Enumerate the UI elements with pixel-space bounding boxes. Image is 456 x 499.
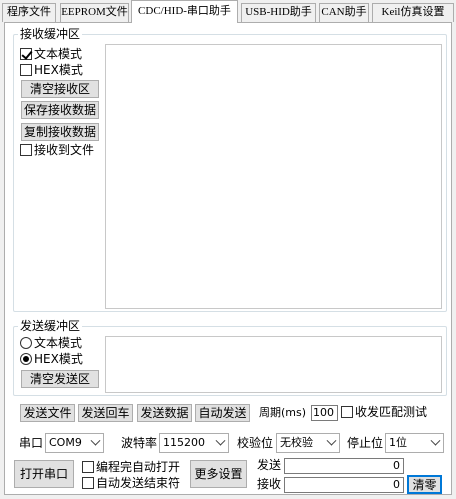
chevron-down-icon: [326, 435, 337, 446]
send-file-button[interactable]: 发送文件: [20, 404, 75, 422]
match-test-label: 收发匹配测试: [355, 405, 428, 419]
save-receive-button[interactable]: 保存接收数据: [21, 101, 99, 119]
checkbox-empty-icon: [341, 406, 353, 418]
stop-bits-value: 1位: [389, 436, 407, 449]
tab-cdc-hid-serial[interactable]: CDC/HID-串口助手: [131, 0, 238, 23]
open-port-button[interactable]: 打开串口: [14, 460, 74, 488]
parity-label: 校验位: [237, 436, 274, 450]
baud-value: 115200: [163, 436, 205, 449]
send-return-button[interactable]: 发送回车: [78, 404, 133, 422]
send-text-area[interactable]: [105, 336, 442, 393]
auto-open-checkbox[interactable]: 编程完自动打开: [82, 460, 180, 475]
port-select[interactable]: COM9: [45, 433, 104, 453]
tab-program-file[interactable]: 程序文件: [2, 3, 56, 22]
match-test-checkbox[interactable]: 收发匹配测试: [341, 405, 427, 420]
send-data-button[interactable]: 发送数据: [137, 404, 192, 422]
more-settings-button[interactable]: 更多设置: [190, 460, 247, 488]
clear-count-button[interactable]: 清零: [407, 475, 442, 494]
send-group-title: 发送缓冲区: [20, 319, 81, 333]
send-count-label: 发送: [257, 458, 282, 472]
receive-to-file-label: 接收到文件: [34, 143, 95, 157]
tab-can[interactable]: CAN助手: [319, 3, 369, 22]
stop-bits-select[interactable]: 1位: [385, 433, 444, 453]
receive-text-mode-checkbox[interactable]: 文本模式: [20, 47, 82, 62]
send-text-mode-radio[interactable]: 文本模式: [20, 336, 82, 351]
tab-keil-settings[interactable]: Keil仿真设置: [372, 3, 454, 22]
receive-hex-mode-label: HEX模式: [34, 63, 83, 77]
receive-text-area[interactable]: [105, 44, 442, 309]
copy-receive-button[interactable]: 复制接收数据: [21, 123, 99, 141]
clear-receive-button[interactable]: 清空接收区: [21, 80, 99, 98]
auto-send-button[interactable]: 自动发送: [195, 404, 250, 422]
receive-hex-mode-checkbox[interactable]: HEX模式: [20, 63, 83, 78]
auto-end-label: 自动发送结束符: [96, 476, 181, 490]
checkbox-empty-icon: [20, 64, 32, 76]
chevron-down-icon: [90, 435, 101, 446]
stop-bits-label: 停止位: [347, 436, 384, 450]
recv-count-label: 接收: [257, 477, 282, 491]
parity-select[interactable]: 无校验: [276, 433, 340, 453]
send-count-field: 0: [284, 458, 404, 474]
recv-count-field: 0: [284, 477, 404, 493]
clear-send-button[interactable]: 清空发送区: [21, 370, 99, 388]
send-hex-mode-radio[interactable]: HEX模式: [20, 352, 83, 367]
period-label: 周期(ms): [259, 406, 307, 419]
checkbox-empty-icon: [82, 461, 94, 473]
radio-selected-icon: [20, 353, 32, 365]
receive-to-file-checkbox[interactable]: 接收到文件: [20, 143, 94, 158]
send-text-mode-label: 文本模式: [34, 336, 83, 350]
receive-text-mode-label: 文本模式: [34, 47, 83, 61]
baud-label: 波特率: [121, 436, 158, 450]
port-label: 串口: [19, 436, 44, 450]
tab-usb-hid[interactable]: USB-HID助手: [241, 3, 316, 22]
checkbox-empty-icon: [82, 477, 94, 489]
chevron-down-icon: [215, 435, 226, 446]
radio-empty-icon: [20, 337, 32, 349]
receive-group-title: 接收缓冲区: [20, 27, 81, 41]
auto-end-checkbox[interactable]: 自动发送结束符: [82, 476, 180, 491]
send-hex-mode-label: HEX模式: [34, 352, 83, 366]
port-value: COM9: [49, 436, 82, 449]
tab-bar: 程序文件 EEPROM文件 CDC/HID-串口助手 USB-HID助手 CAN…: [0, 0, 456, 23]
auto-open-label: 编程完自动打开: [96, 460, 181, 474]
checkbox-empty-icon: [20, 144, 32, 156]
parity-value: 无校验: [280, 436, 313, 449]
checkbox-checked-icon: [20, 48, 32, 60]
baud-select[interactable]: 115200: [159, 433, 229, 453]
period-input[interactable]: 100: [311, 405, 338, 421]
chevron-down-icon: [430, 435, 441, 446]
tab-eeprom-file[interactable]: EEPROM文件: [60, 3, 129, 22]
